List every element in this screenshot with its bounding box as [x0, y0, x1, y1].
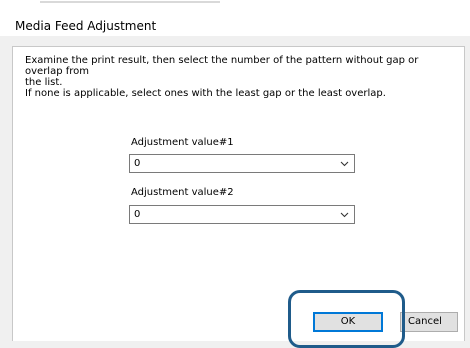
instruction-line-2: the list. [25, 77, 63, 88]
adjustment-2-label: Adjustment value#2 [131, 187, 234, 198]
instruction-line-1: Examine the print result, then select th… [25, 55, 419, 77]
adjustment-1-label: Adjustment value#1 [131, 137, 234, 148]
instruction-line-3: If none is applicable, select ones with … [25, 88, 386, 99]
ok-button-highlight [288, 290, 405, 348]
adjustment-1-value: 0 [134, 158, 141, 169]
adjustment-2-value: 0 [134, 209, 141, 220]
chevron-down-icon [340, 161, 349, 167]
cancel-button[interactable]: Cancel [400, 312, 458, 332]
title-bar: Media Feed Adjustment [0, 6, 470, 37]
chevron-down-icon [340, 212, 349, 218]
instructions: Examine the print result, then select th… [25, 55, 455, 99]
window-title: Media Feed Adjustment [15, 19, 157, 33]
adjustment-1-select[interactable]: 0 [129, 154, 355, 173]
dialog-window: Media Feed Adjustment Examine the print … [0, 0, 470, 348]
adjustment-2-select[interactable]: 0 [129, 205, 355, 224]
